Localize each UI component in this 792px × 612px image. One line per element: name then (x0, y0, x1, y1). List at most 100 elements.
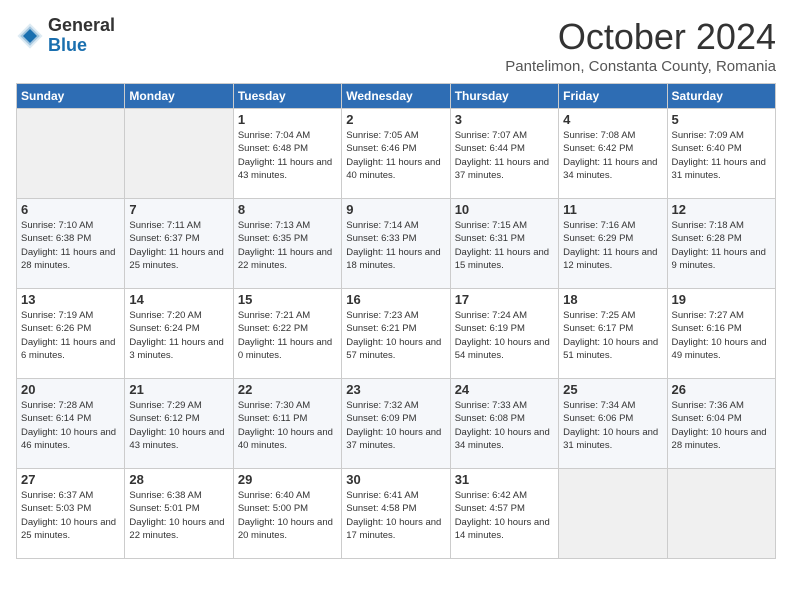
day-number: 2 (346, 112, 445, 127)
logo-icon (16, 22, 44, 50)
day-info: Sunrise: 7:13 AMSunset: 6:35 PMDaylight:… (238, 219, 337, 272)
week-row-3: 13Sunrise: 7:19 AMSunset: 6:26 PMDayligh… (17, 289, 776, 379)
day-cell (125, 109, 233, 199)
day-cell: 22 Sunrise: 7:30 AMSunset: 6:11 PMDayligh… (233, 379, 341, 469)
day-cell: 10 Sunrise: 7:15 AMSunset: 6:31 PMDayligh… (450, 199, 558, 289)
day-cell: 27 Sunrise: 6:37 AMSunset: 5:03 PMDayligh… (17, 469, 125, 559)
day-cell: 15 Sunrise: 7:21 AMSunset: 6:22 PMDayligh… (233, 289, 341, 379)
day-info: Sunrise: 7:14 AMSunset: 6:33 PMDaylight:… (346, 219, 445, 272)
day-cell: 23 Sunrise: 7:32 AMSunset: 6:09 PMDayligh… (342, 379, 450, 469)
day-number: 26 (672, 382, 771, 397)
day-cell: 12 Sunrise: 7:18 AMSunset: 6:28 PMDayligh… (667, 199, 775, 289)
day-number: 11 (563, 202, 662, 217)
day-info: Sunrise: 7:16 AMSunset: 6:29 PMDaylight:… (563, 219, 662, 272)
day-cell: 3 Sunrise: 7:07 AMSunset: 6:44 PMDaylight… (450, 109, 558, 199)
day-cell: 1 Sunrise: 7:04 AMSunset: 6:48 PMDaylight… (233, 109, 341, 199)
page-header: General Blue October 2024 Pantelimon, Co… (16, 16, 776, 75)
day-cell: 9Sunrise: 7:14 AMSunset: 6:33 PMDaylight… (342, 199, 450, 289)
day-info: Sunrise: 7:30 AMSunset: 6:11 PMDaylight:… (238, 399, 337, 452)
day-info: Sunrise: 7:09 AMSunset: 6:40 PMDaylight:… (672, 129, 771, 182)
day-cell: 24Sunrise: 7:33 AMSunset: 6:08 PMDayligh… (450, 379, 558, 469)
day-info: Sunrise: 6:41 AMSunset: 4:58 PMDaylight:… (346, 489, 445, 542)
day-cell (17, 109, 125, 199)
day-info: Sunrise: 7:25 AMSunset: 6:17 PMDaylight:… (563, 309, 662, 362)
day-cell: 2 Sunrise: 7:05 AMSunset: 6:46 PMDaylight… (342, 109, 450, 199)
title-area: October 2024 Pantelimon, Constanta Count… (505, 16, 776, 75)
day-cell: 30 Sunrise: 6:41 AMSunset: 4:58 PMDayligh… (342, 469, 450, 559)
week-row-5: 27 Sunrise: 6:37 AMSunset: 5:03 PMDayligh… (17, 469, 776, 559)
day-cell (559, 469, 667, 559)
day-cell: 7Sunrise: 7:11 AMSunset: 6:37 PMDaylight… (125, 199, 233, 289)
day-info: Sunrise: 7:07 AMSunset: 6:44 PMDaylight:… (455, 129, 554, 182)
day-number: 14 (129, 292, 228, 307)
day-cell: 26 Sunrise: 7:36 AMSunset: 6:04 PMDayligh… (667, 379, 775, 469)
day-cell: 17 Sunrise: 7:24 AMSunset: 6:19 PMDayligh… (450, 289, 558, 379)
day-cell: 18 Sunrise: 7:25 AMSunset: 6:17 PMDayligh… (559, 289, 667, 379)
day-number: 24 (455, 382, 554, 397)
day-info: Sunrise: 7:08 AMSunset: 6:42 PMDaylight:… (563, 129, 662, 182)
day-info: Sunrise: 7:10 AMSunset: 6:38 PMDaylight:… (21, 219, 120, 272)
day-number: 16 (346, 292, 445, 307)
location-title: Pantelimon, Constanta County, Romania (505, 58, 776, 75)
day-number: 22 (238, 382, 337, 397)
day-cell: 11 Sunrise: 7:16 AMSunset: 6:29 PMDayligh… (559, 199, 667, 289)
day-number: 27 (21, 472, 120, 487)
day-info: Sunrise: 7:36 AMSunset: 6:04 PMDaylight:… (672, 399, 771, 452)
col-header-friday: Friday (559, 84, 667, 109)
day-number: 5 (672, 112, 771, 127)
logo: General Blue (16, 16, 115, 56)
day-info: Sunrise: 7:32 AMSunset: 6:09 PMDaylight:… (346, 399, 445, 452)
day-number: 15 (238, 292, 337, 307)
day-cell: 20Sunrise: 7:28 AMSunset: 6:14 PMDayligh… (17, 379, 125, 469)
day-cell: 5 Sunrise: 7:09 AMSunset: 6:40 PMDaylight… (667, 109, 775, 199)
week-row-1: 1 Sunrise: 7:04 AMSunset: 6:48 PMDaylight… (17, 109, 776, 199)
day-info: Sunrise: 7:04 AMSunset: 6:48 PMDaylight:… (238, 129, 337, 182)
day-info: Sunrise: 7:20 AMSunset: 6:24 PMDaylight:… (129, 309, 228, 362)
day-info: Sunrise: 7:24 AMSunset: 6:19 PMDaylight:… (455, 309, 554, 362)
header-row: SundayMondayTuesdayWednesdayThursdayFrid… (17, 84, 776, 109)
col-header-saturday: Saturday (667, 84, 775, 109)
day-info: Sunrise: 7:18 AMSunset: 6:28 PMDaylight:… (672, 219, 771, 272)
day-cell: 19 Sunrise: 7:27 AMSunset: 6:16 PMDayligh… (667, 289, 775, 379)
day-number: 6 (21, 202, 120, 217)
calendar-table: SundayMondayTuesdayWednesdayThursdayFrid… (16, 83, 776, 559)
day-cell: 6 Sunrise: 7:10 AMSunset: 6:38 PMDaylight… (17, 199, 125, 289)
day-number: 23 (346, 382, 445, 397)
day-info: Sunrise: 6:38 AMSunset: 5:01 PMDaylight:… (129, 489, 228, 542)
col-header-wednesday: Wednesday (342, 84, 450, 109)
day-number: 31 (455, 472, 554, 487)
day-info: Sunrise: 6:40 AMSunset: 5:00 PMDaylight:… (238, 489, 337, 542)
day-info: Sunrise: 7:15 AMSunset: 6:31 PMDaylight:… (455, 219, 554, 272)
day-info: Sunrise: 7:27 AMSunset: 6:16 PMDaylight:… (672, 309, 771, 362)
logo-blue-text: Blue (48, 36, 115, 56)
day-info: Sunrise: 7:05 AMSunset: 6:46 PMDaylight:… (346, 129, 445, 182)
day-number: 1 (238, 112, 337, 127)
day-number: 12 (672, 202, 771, 217)
day-info: Sunrise: 7:34 AMSunset: 6:06 PMDaylight:… (563, 399, 662, 452)
day-number: 21 (129, 382, 228, 397)
day-number: 20 (21, 382, 120, 397)
day-info: Sunrise: 7:21 AMSunset: 6:22 PMDaylight:… (238, 309, 337, 362)
day-cell: 25Sunrise: 7:34 AMSunset: 6:06 PMDayligh… (559, 379, 667, 469)
day-number: 19 (672, 292, 771, 307)
day-number: 7 (129, 202, 228, 217)
col-header-sunday: Sunday (17, 84, 125, 109)
day-cell: 31Sunrise: 6:42 AMSunset: 4:57 PMDayligh… (450, 469, 558, 559)
day-number: 10 (455, 202, 554, 217)
day-info: Sunrise: 7:19 AMSunset: 6:26 PMDaylight:… (21, 309, 120, 362)
week-row-2: 6 Sunrise: 7:10 AMSunset: 6:38 PMDaylight… (17, 199, 776, 289)
day-number: 30 (346, 472, 445, 487)
day-number: 17 (455, 292, 554, 307)
day-cell: 13Sunrise: 7:19 AMSunset: 6:26 PMDayligh… (17, 289, 125, 379)
col-header-tuesday: Tuesday (233, 84, 341, 109)
day-cell: 21Sunrise: 7:29 AMSunset: 6:12 PMDayligh… (125, 379, 233, 469)
col-header-monday: Monday (125, 84, 233, 109)
col-header-thursday: Thursday (450, 84, 558, 109)
day-cell: 8Sunrise: 7:13 AMSunset: 6:35 PMDaylight… (233, 199, 341, 289)
day-info: Sunrise: 6:37 AMSunset: 5:03 PMDaylight:… (21, 489, 120, 542)
day-number: 18 (563, 292, 662, 307)
logo-text: General Blue (48, 16, 115, 56)
day-cell: 29Sunrise: 6:40 AMSunset: 5:00 PMDayligh… (233, 469, 341, 559)
day-number: 3 (455, 112, 554, 127)
day-cell: 14 Sunrise: 7:20 AMSunset: 6:24 PMDayligh… (125, 289, 233, 379)
